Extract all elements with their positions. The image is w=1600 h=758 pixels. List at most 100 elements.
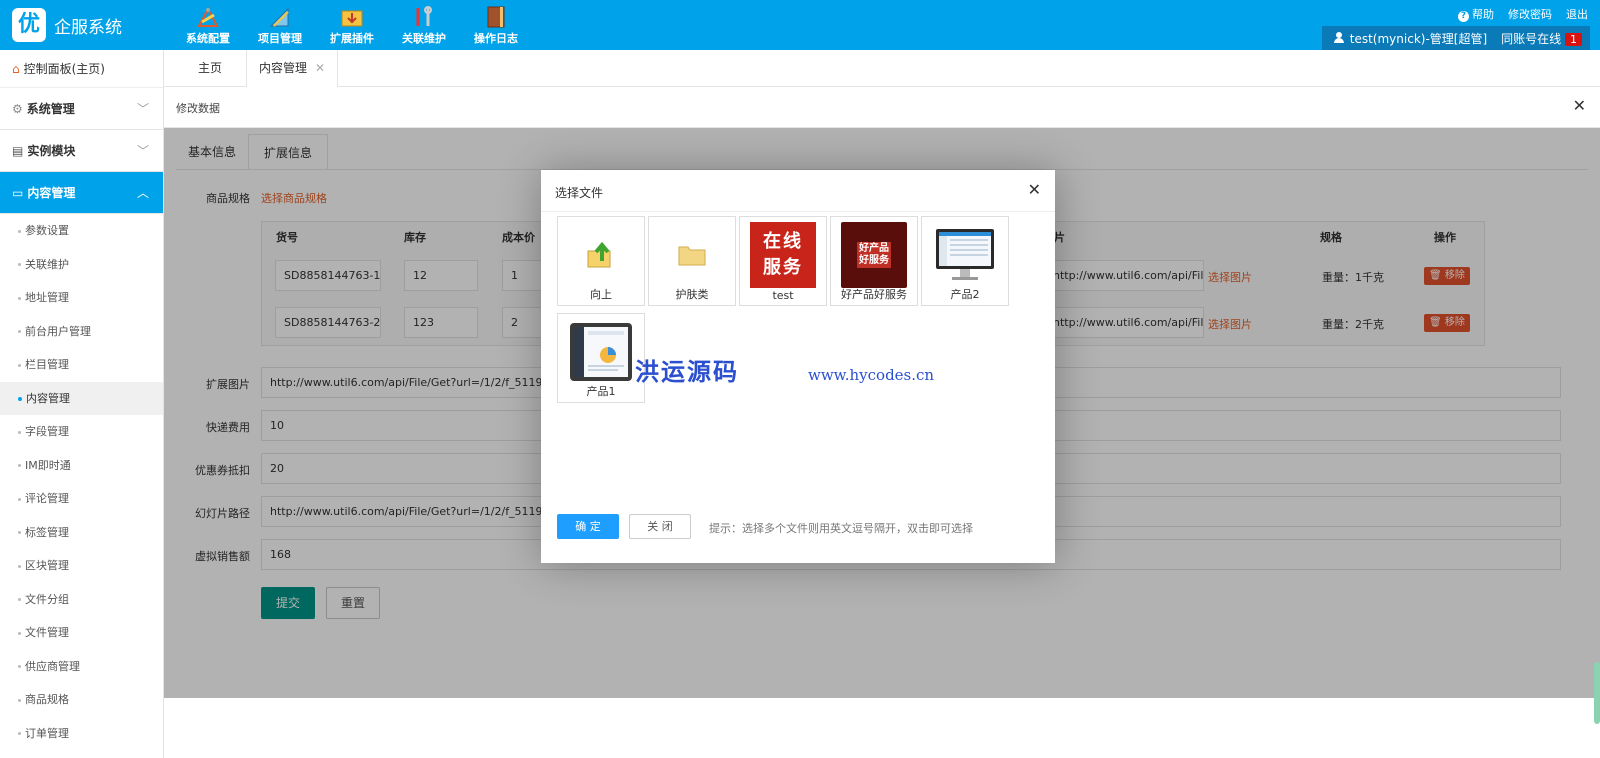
- sidebar-item[interactable]: 订单管理: [0, 717, 163, 751]
- sidebar-item[interactable]: 标签管理: [0, 516, 163, 550]
- sidebar-item-label: 标签管理: [25, 525, 69, 539]
- sidebar-item-label: 文件分组: [25, 592, 69, 606]
- sidebar-item[interactable]: IM即时通: [0, 449, 163, 483]
- sidebar-item-label: 区块管理: [25, 559, 69, 572]
- dialog-close-icon[interactable]: ✕: [1028, 180, 1041, 199]
- confirm-button[interactable]: 确 定: [557, 514, 619, 539]
- bullet-icon: [18, 396, 22, 401]
- logout-link[interactable]: 退出: [1566, 6, 1588, 22]
- online-status[interactable]: 同账号在线 1: [1501, 30, 1582, 47]
- tab-label: 内容管理: [259, 61, 308, 75]
- sidebar-group-system[interactable]: ⚙ 系统管理 ﹀: [0, 88, 163, 130]
- topnav-label: 系统配置: [186, 32, 230, 45]
- topnav-label: 操作日志: [474, 32, 518, 45]
- sidebar-item-label: 字段管理: [25, 425, 69, 438]
- sidebar-home-label: 控制面板(主页): [23, 62, 105, 76]
- tab-content-manage[interactable]: 内容管理 ✕: [246, 50, 339, 87]
- online-count-badge: 1: [1565, 32, 1582, 46]
- change-password-link[interactable]: 修改密码: [1508, 6, 1552, 22]
- file-item-folder[interactable]: 护肤类: [648, 216, 736, 306]
- sidebar-group-label: 系统管理: [26, 102, 75, 116]
- thumb-good-product: 好产品 好服务: [841, 222, 907, 288]
- sidebar-item-label: 文件管理: [25, 626, 69, 639]
- file-item-up[interactable]: 向上: [557, 216, 645, 306]
- folder-icon: [659, 222, 725, 288]
- tablet-icon: [568, 319, 634, 385]
- file-label: test: [772, 289, 794, 302]
- scrollbar[interactable]: [1594, 662, 1600, 724]
- topnav-operation-log[interactable]: 操作日志: [460, 0, 532, 50]
- sidebar-item[interactable]: 关联维护: [0, 248, 163, 282]
- sidebar-item-label: 前台用户管理: [25, 324, 91, 338]
- sidebar-item-label: IM即时通: [25, 458, 71, 472]
- calendar-icon: ▤: [12, 144, 24, 158]
- watermark-text: 洪运源码: [635, 357, 739, 386]
- close-icon[interactable]: ✕: [315, 61, 325, 75]
- file-label: 向上: [590, 288, 612, 301]
- panel-title: 修改数据: [176, 102, 220, 115]
- top-nav: 系统配置 项目管理 扩展插件 关联维护 操作日志: [172, 0, 532, 50]
- sidebar-item-label: 评论管理: [25, 492, 69, 505]
- sidebar-item[interactable]: 区块管理: [0, 549, 163, 583]
- file-item-image[interactable]: 好产品 好服务 好产品好服务: [830, 216, 918, 306]
- chevron-down-icon: ﹀: [136, 102, 149, 116]
- sidebar-item[interactable]: 栏目管理: [0, 348, 163, 382]
- file-item-image[interactable]: 产品2: [921, 216, 1009, 306]
- topnav-label: 关联维护: [402, 32, 446, 45]
- online-label: 同账号在线: [1501, 31, 1562, 46]
- help-icon: ?: [1458, 11, 1469, 22]
- sidebar: ⌂ 控制面板(主页) ⚙ 系统管理 ﹀ ▤ 实例模块 ﹀ ▭ 内容管理 ︿ 参数设置 关联维护…: [0, 50, 164, 758]
- bullet-icon: [18, 564, 21, 568]
- help-link[interactable]: ? 帮助: [1458, 6, 1494, 22]
- sidebar-item[interactable]: 文件分组: [0, 583, 163, 617]
- sidebar-item[interactable]: 文件管理: [0, 616, 163, 650]
- sidebar-item[interactable]: 地址管理: [0, 281, 163, 315]
- panel-header: 修改数据 ✕: [164, 87, 1600, 128]
- topnav-project-manage[interactable]: 项目管理: [244, 0, 316, 50]
- sidebar-item[interactable]: 供应商管理: [0, 650, 163, 684]
- home-icon: ⌂: [12, 62, 20, 76]
- user-bar: test(mynick)-管理[超管] 同账号在线 1: [1321, 26, 1590, 50]
- sidebar-group-instance[interactable]: ▤ 实例模块 ﹀: [0, 130, 163, 172]
- sidebar-group-content[interactable]: ▭ 内容管理 ︿: [0, 172, 163, 214]
- sidebar-group-label: 内容管理: [27, 186, 76, 200]
- folder-open-icon: ▭: [12, 186, 24, 200]
- ruler-icon: [269, 7, 289, 27]
- sidebar-item[interactable]: 商品规格: [0, 683, 163, 717]
- download-folder-icon: [341, 10, 363, 27]
- bullet-icon: [18, 363, 21, 367]
- image-thumbnail: 在线 服务: [750, 222, 816, 288]
- current-user[interactable]: test(mynick)-管理[超管]: [1333, 30, 1487, 47]
- sidebar-item[interactable]: 前台用户管理: [0, 315, 163, 349]
- bullet-icon: [18, 263, 21, 266]
- sidebar-item[interactable]: 参数设置: [0, 214, 163, 248]
- file-item-image[interactable]: 在线 服务 test: [739, 216, 827, 306]
- chevron-up-icon: ︿: [136, 186, 149, 200]
- dialog-header: 选择文件 ✕: [541, 170, 1055, 212]
- topnav-extensions[interactable]: 扩展插件: [316, 0, 388, 50]
- bullet-icon: [18, 430, 21, 434]
- sidebar-item-label: 地址管理: [25, 291, 69, 304]
- topnav-label: 扩展插件: [330, 32, 374, 45]
- file-item-image[interactable]: 产品1: [557, 313, 645, 403]
- image-thumbnail: 好产品 好服务: [841, 222, 907, 288]
- sidebar-item[interactable]: 评论管理: [0, 482, 163, 516]
- close-button[interactable]: 关 闭: [629, 514, 691, 539]
- sidebar-item-label: 关联维护: [25, 257, 69, 271]
- tab-home[interactable]: 主页: [164, 50, 246, 87]
- topnav-relation-maintain[interactable]: 关联维护: [388, 0, 460, 50]
- sidebar-home[interactable]: ⌂ 控制面板(主页): [0, 50, 163, 88]
- monitor-icon: [932, 222, 998, 288]
- bullet-icon: [18, 665, 21, 668]
- topnav-system-config[interactable]: 系统配置: [172, 0, 244, 50]
- thumb-online-service: 在线 服务: [750, 222, 816, 288]
- gear-icon: ⚙: [12, 102, 23, 116]
- sidebar-item-active[interactable]: 内容管理: [0, 381, 163, 415]
- help-label: 帮助: [1472, 8, 1494, 21]
- panel-close-icon[interactable]: ✕: [1573, 96, 1586, 115]
- page-tabs: 主页 内容管理 ✕: [164, 50, 1600, 87]
- file-label: 护肤类: [675, 288, 709, 301]
- wrench-icon: [416, 6, 432, 26]
- sidebar-item[interactable]: 字段管理: [0, 415, 163, 449]
- bullet-icon: [18, 464, 21, 467]
